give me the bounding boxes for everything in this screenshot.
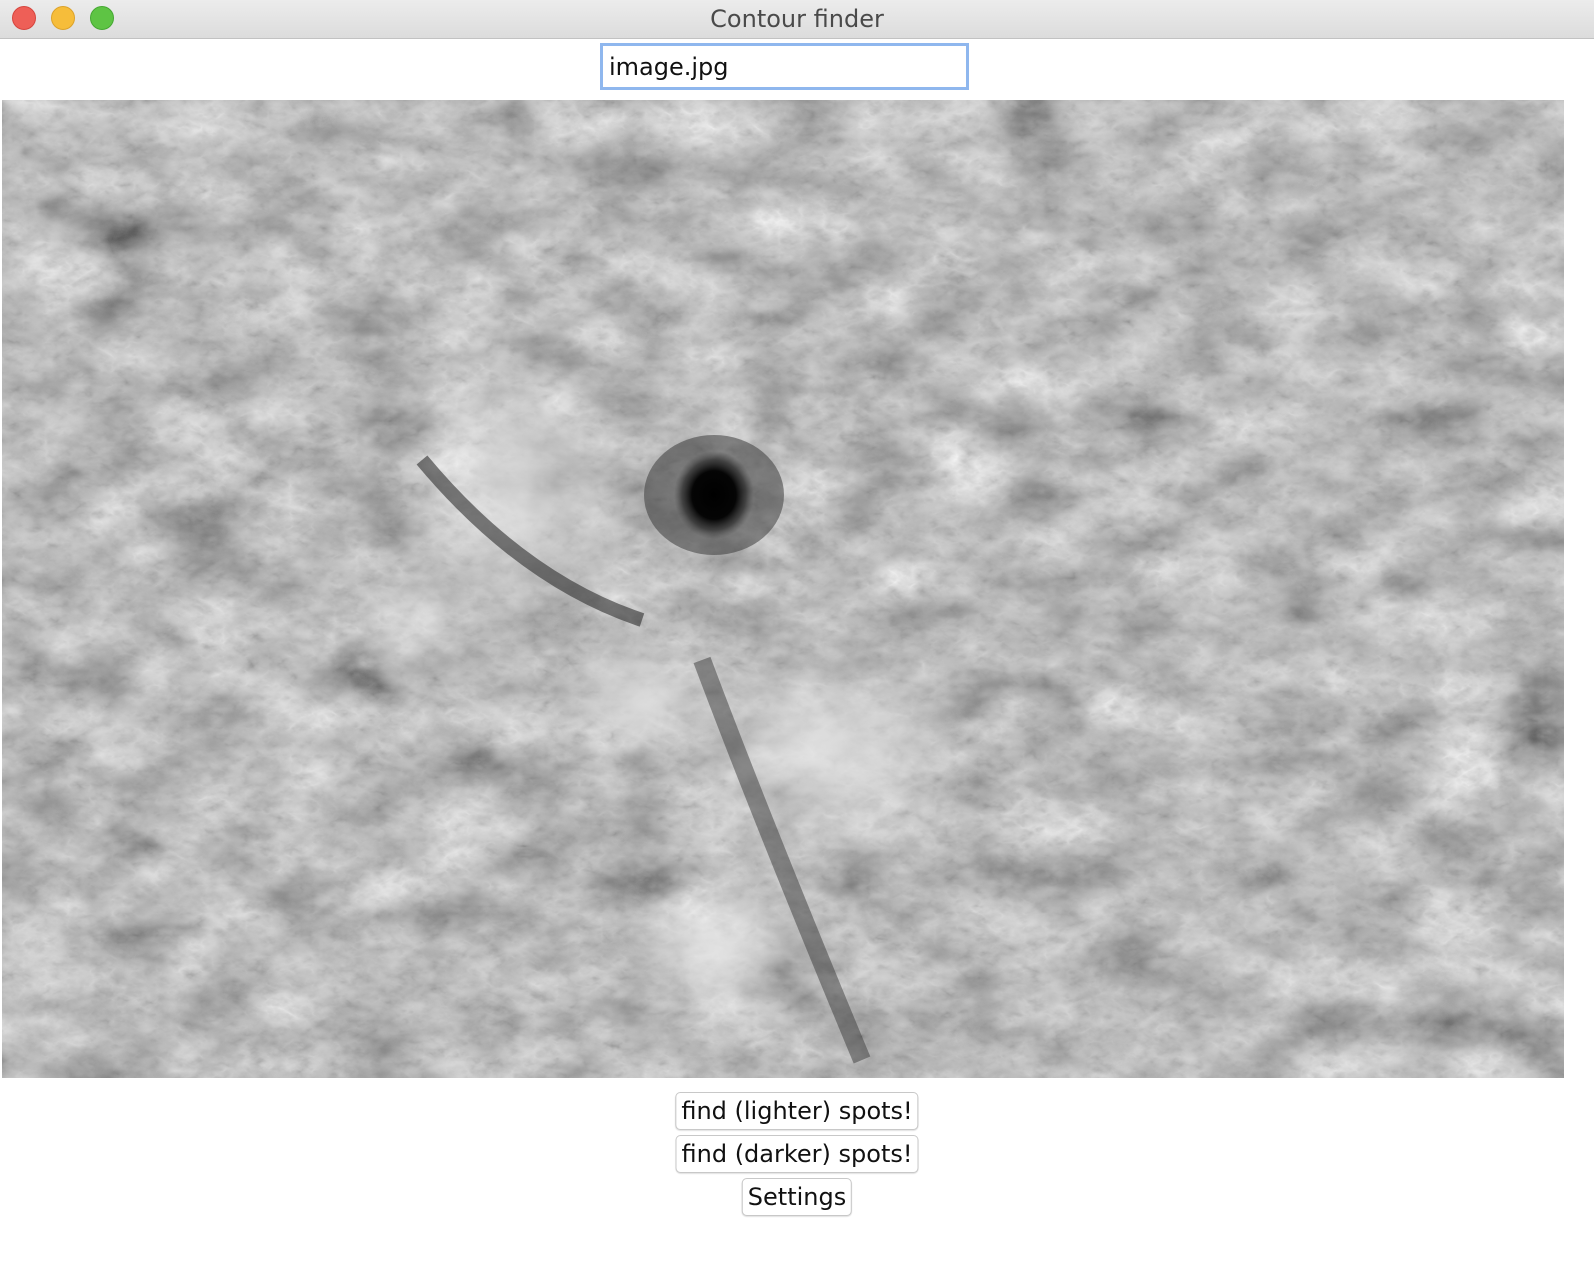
window-title: Contour finder [710,5,884,33]
settings-button[interactable]: Settings [741,1178,853,1216]
find-darker-spots-button[interactable]: find (darker) spots! [675,1135,919,1173]
filename-input[interactable] [600,43,969,90]
app-window: Contour finder image.jpg find (lighter) … [0,0,1594,1284]
find-lighter-spots-button[interactable]: find (lighter) spots! [675,1092,919,1130]
grayscale-solar-image [2,100,1564,1078]
title-bar: Contour finder [0,0,1594,39]
image-display [2,100,1564,1078]
